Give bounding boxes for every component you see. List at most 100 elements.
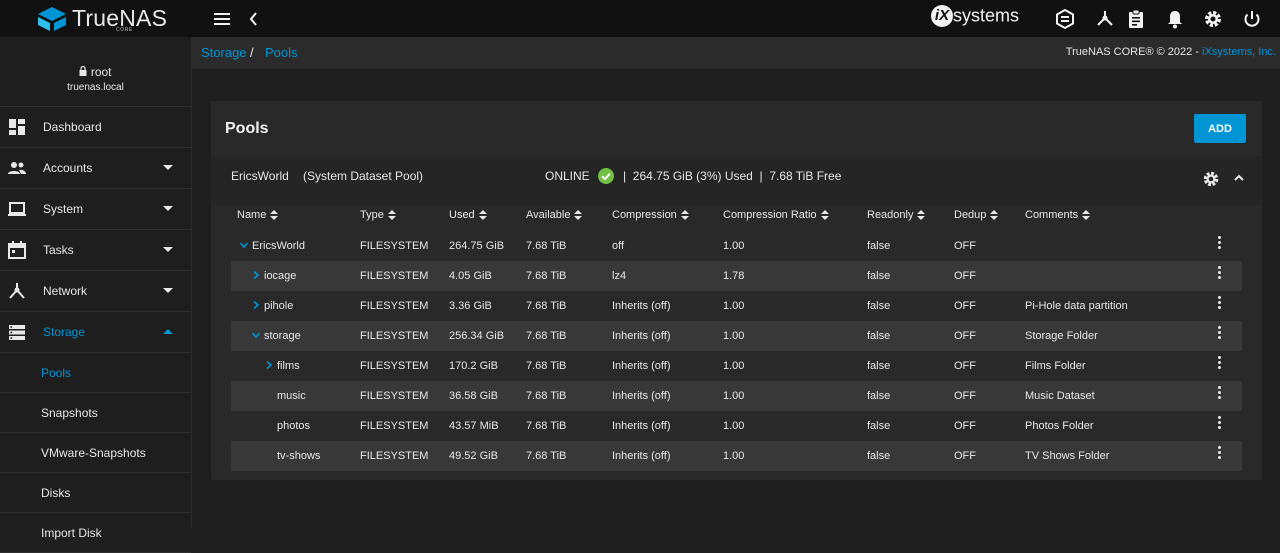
cell-readonly: false [867,390,891,402]
table-row[interactable]: films FILESYSTEM 170.2 GiB 7.68 TiB Inherits… [231,351,1242,381]
cell-name: music [277,390,306,402]
cell-comments: Pi-Hole data partition [1025,300,1128,312]
sidebar-subitem-vmware-snapshots[interactable]: VMware-Snapshots [0,433,191,473]
back-chevron-icon[interactable] [246,8,268,30]
cell-ratio: 1.00 [723,330,745,342]
pool-stats-separator: | [623,169,627,183]
column-header-ratio[interactable]: Compression Ratio [723,209,829,221]
table-row[interactable]: storage FILESYSTEM 256.34 GiB 7.68 TiB Inher… [231,321,1242,351]
sidebar-item-storage[interactable]: Storage [0,312,191,353]
cell-available: 7.68 TiB [526,240,567,252]
cell-name: photos [277,420,311,432]
chevron-down-icon[interactable] [239,240,249,250]
cell-comments: TV Shows Folder [1025,450,1110,462]
breadcrumb-pools-link[interactable]: Pools [265,45,298,60]
power-icon[interactable] [1241,8,1263,30]
cell-comments: Music Dataset [1025,390,1095,402]
column-header-readonly[interactable]: Readonly [867,209,926,221]
cell-type: FILESYSTEM [360,330,429,342]
cell-compression: lz4 [612,270,627,282]
user-box: root truenas.local [0,37,191,107]
chevron-right-icon[interactable] [264,360,274,370]
more-vert-icon[interactable] [1216,386,1222,402]
sidebar-item-label: Dashboard [43,120,102,134]
cell-ratio: 1.00 [723,420,745,432]
table-row[interactable]: tv-shows FILESYSTEM 49.52 GiB 7.68 TiB Inher… [231,441,1242,471]
chevron-up-icon[interactable] [1232,171,1246,185]
table-row[interactable]: photos FILESYSTEM 43.57 MiB 7.68 TiB Inherit… [231,411,1242,441]
sort-icon [990,210,999,221]
chevron-down-icon[interactable] [251,330,261,340]
truecommand-icon[interactable] [1054,8,1076,30]
cell-used: 264.75 GiB [449,240,505,252]
chevron-right-icon[interactable] [251,270,261,280]
more-vert-icon[interactable] [1216,446,1222,462]
sidebar-item-tasks[interactable]: Tasks [0,230,191,271]
more-vert-icon[interactable] [1216,296,1222,312]
sidebar-subitem-label: VMware-Snapshots [41,446,146,460]
cell-available: 7.68 TiB [526,300,567,312]
sidebar-item-accounts[interactable]: Accounts [0,148,191,189]
sidebar-subitem-import-disk[interactable]: Import Disk [0,513,191,553]
more-vert-icon[interactable] [1216,236,1222,252]
column-header-label: Used [449,209,475,221]
sort-icon [574,210,583,221]
sidebar-item-network[interactable]: Network [0,271,191,312]
column-header-dedup[interactable]: Dedup [954,209,999,221]
table-row[interactable]: pihole FILESYSTEM 3.36 GiB 7.68 TiB Inherits… [231,291,1242,321]
add-pool-button[interactable]: ADD [1194,114,1246,143]
task-manager-icon[interactable] [1125,8,1147,30]
sidebar: root truenas.local Dashboard Accounts Sy… [0,37,192,553]
top-bar: TrueNAS CORE iX systems [0,0,1280,37]
sidebar-subitem-disks[interactable]: Disks [0,473,191,513]
pool-settings-gear-icon[interactable] [1201,169,1221,189]
column-header-available[interactable]: Available [526,209,583,221]
sort-icon [1082,210,1091,221]
cell-dedup: OFF [954,270,976,282]
sidebar-item-label: Storage [43,325,86,339]
sidebar-item-system[interactable]: System [0,189,191,230]
cell-dedup: OFF [954,360,976,372]
column-header-compression[interactable]: Compression [612,209,689,221]
pool-stats-separator: | [759,169,763,183]
menu-icon[interactable] [212,8,234,30]
breadcrumb-storage-link[interactable]: Storage [201,45,247,60]
ixsystems-link[interactable]: iXsystems, Inc. [1202,46,1276,58]
sidebar-item-dashboard[interactable]: Dashboard [0,107,191,148]
column-header-used[interactable]: Used [449,209,487,221]
sidebar-subitem-pools[interactable]: Pools [0,353,191,393]
chevron-right-icon[interactable] [251,300,261,310]
cell-used: 170.2 GiB [449,360,498,372]
cell-name: pihole [264,300,294,312]
user-name: root [90,65,112,79]
cell-compression: Inherits (off) [612,360,671,372]
column-header-type[interactable]: Type [360,209,396,221]
column-header-name[interactable]: Name [237,209,279,221]
cell-name: films [277,360,300,372]
cell-ratio: 1.00 [723,390,745,402]
more-vert-icon[interactable] [1216,326,1222,342]
network-icon [8,282,26,300]
ix-connect-icon[interactable] [1094,8,1116,30]
column-header-comments[interactable]: Comments [1025,209,1091,221]
notifications-icon[interactable] [1164,8,1186,30]
more-vert-icon[interactable] [1216,416,1222,432]
settings-icon[interactable] [1202,8,1224,30]
cell-type: FILESYSTEM [360,270,429,282]
calendar-icon [8,241,26,259]
sidebar-subitem-label: Import Disk [41,526,102,540]
cell-available: 7.68 TiB [526,390,567,402]
more-vert-icon[interactable] [1216,356,1222,372]
ix-wordmark: systems [953,5,1020,26]
cell-ratio: 1.00 [723,360,745,372]
table-row[interactable]: iocage FILESYSTEM 4.05 GiB 7.68 TiB lz4 1.78 f… [231,261,1242,291]
cell-available: 7.68 TiB [526,450,567,462]
cell-readonly: false [867,360,891,372]
table-row[interactable]: EricsWorld FILESYSTEM 264.75 GiB 7.68 TiB of… [231,231,1242,261]
table-row[interactable]: music FILESYSTEM 36.58 GiB 7.68 TiB Inherits… [231,381,1242,411]
cell-name: storage [264,330,301,342]
sidebar-subitem-snapshots[interactable]: Snapshots [0,393,191,433]
column-header-label: Compression [612,209,677,221]
accounts-icon [8,159,26,177]
more-vert-icon[interactable] [1216,266,1222,282]
